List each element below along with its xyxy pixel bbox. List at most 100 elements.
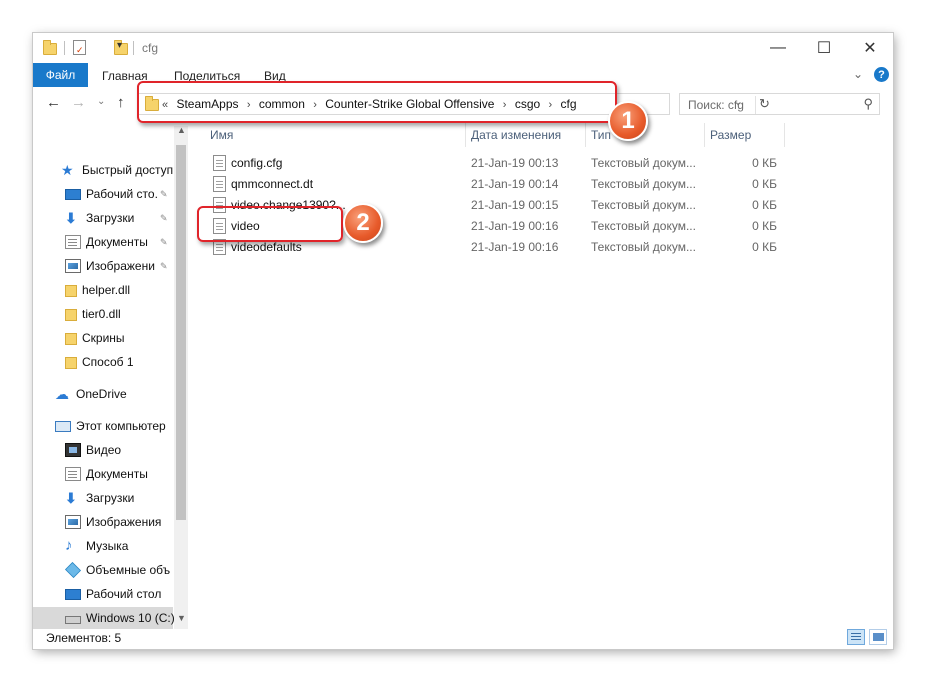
search-input[interactable]: Поиск: cfg ⚲ [679, 93, 880, 115]
file-name: config.cfg [231, 156, 283, 170]
sidebar-item-label: helper.dll [82, 283, 131, 297]
sidebar-item-label: Документы [86, 467, 148, 481]
sidebar-item[interactable]: Документы [33, 463, 173, 485]
sidebar-item[interactable]: Изображения [33, 511, 173, 533]
sidebar-item[interactable]: tier0.dll [33, 303, 173, 325]
scroll-down-icon[interactable]: ▼ [177, 613, 186, 623]
folder-icon [43, 40, 57, 55]
sidebar-item[interactable]: Документы ✎ [33, 231, 173, 253]
pin-icon[interactable]: ✎ [160, 237, 168, 248]
pin-icon[interactable]: ✎ [160, 213, 168, 224]
sidebar-item-label: Рабочий сто. [86, 187, 158, 201]
sidebar-item[interactable]: Скрины [33, 327, 173, 349]
sidebar-item-label: OneDrive [76, 387, 127, 401]
sidebar-item[interactable]: Изображени ✎ [33, 255, 173, 277]
sidebar-item[interactable]: ★ Быстрый доступ [33, 159, 173, 181]
pictures-icon [65, 259, 81, 273]
file-icon [213, 155, 226, 171]
divider [133, 41, 134, 55]
minimize-button[interactable]: — [755, 33, 801, 63]
download-icon: ⬇ [65, 210, 77, 226]
properties-icon[interactable]: ✓ [73, 40, 86, 55]
file-type: Текстовый докум... [591, 219, 696, 233]
file-type: Текстовый докум... [591, 198, 696, 212]
file-size: 0 КБ [752, 177, 777, 191]
file-size: 0 КБ [752, 219, 777, 233]
sidebar-item[interactable]: Объемные объ [33, 559, 173, 581]
sidebar-item[interactable]: helper.dll [33, 279, 173, 301]
sidebar-item-label: Быстрый доступ [82, 163, 174, 177]
back-button[interactable]: ← [46, 94, 61, 111]
explorer-window: ✓ ▾ cfg — ☐ ✕ Файл Главная Поделиться Ви… [33, 33, 893, 649]
up-button[interactable]: ↑ [117, 94, 125, 111]
title-bar: ✓ ▾ cfg — ☐ ✕ [33, 33, 893, 63]
file-type: Текстовый докум... [591, 156, 696, 170]
computer-icon [55, 420, 71, 432]
file-date: 21-Jan-19 00:13 [471, 156, 559, 170]
file-highlight [197, 206, 343, 242]
search-icon: ⚲ [863, 96, 873, 111]
desktop-icon [65, 189, 81, 200]
sidebar-item[interactable]: ♪ Музыка [33, 535, 173, 557]
details-view-icon[interactable] [847, 629, 865, 645]
sidebar-item-label: tier0.dll [82, 307, 121, 321]
divider [465, 123, 466, 147]
sidebar-item[interactable]: ☁ OneDrive [33, 383, 173, 405]
folder-icon [65, 285, 77, 297]
desktop-icon [65, 589, 81, 600]
folder-icon [65, 357, 77, 369]
cloud-icon: ☁ [55, 386, 69, 402]
tab-file[interactable]: Файл [33, 63, 88, 87]
navigation-pane: ★ Быстрый доступ Рабочий сто. ✎ ⬇ Загрузки ✎ До… [33, 123, 189, 633]
large-icons-view-icon[interactable] [869, 629, 887, 645]
maximize-button[interactable]: ☐ [801, 33, 847, 63]
file-row[interactable]: config.cfg 21-Jan-19 00:13 Текстовый докум… [203, 153, 803, 174]
sidebar-item-label: Рабочий стол [86, 587, 162, 601]
sidebar-item[interactable]: Этот компьютер [33, 415, 173, 437]
customize-toolbar-icon[interactable]: ▾ [117, 40, 122, 58]
sidebar-item[interactable]: Видео [33, 439, 173, 461]
column-header-size[interactable]: Размер [710, 128, 751, 142]
pin-icon[interactable]: ✎ [160, 189, 168, 200]
status-bar: Элементов: 5 [33, 629, 893, 649]
scrollbar-thumb[interactable] [176, 145, 186, 520]
file-name: qmmconnect.dt [231, 177, 314, 191]
address-highlight [137, 81, 617, 123]
close-button[interactable]: ✕ [847, 33, 893, 63]
sidebar-item[interactable]: Способ 1 [33, 351, 173, 373]
recent-locations-button[interactable]: ⌄ [97, 96, 105, 107]
sidebar-item-label: Загрузки [86, 491, 135, 505]
help-icon[interactable]: ? [874, 67, 889, 82]
file-size: 0 КБ [752, 198, 777, 212]
sidebar-item-label: Объемные объ [86, 563, 171, 577]
file-name: videodefaults [231, 240, 302, 254]
sidebar-item[interactable]: Рабочий стол [33, 583, 173, 605]
column-header-name[interactable]: Имя [210, 128, 233, 142]
sidebar-item-label: Скрины [82, 331, 125, 345]
collapse-ribbon-icon[interactable]: ⌄ [853, 67, 863, 81]
file-date: 21-Jan-19 00:14 [471, 177, 559, 191]
column-header-date[interactable]: Дата изменения [471, 128, 561, 142]
column-header-type[interactable]: Тип [591, 128, 611, 142]
forward-button[interactable]: → [71, 94, 86, 111]
sidebar-item-label: Загрузки [86, 211, 135, 225]
sidebar-item[interactable]: Рабочий сто. ✎ [33, 183, 173, 205]
sidebar-item-label: Изображени [86, 259, 155, 273]
drive-icon [65, 616, 81, 624]
pin-icon[interactable]: ✎ [160, 261, 168, 272]
file-row[interactable]: qmmconnect.dt 21-Jan-19 00:14 Текстовый до… [203, 174, 803, 195]
scroll-up-icon[interactable]: ▲ [177, 125, 186, 135]
sidebar-item[interactable]: ⬇ Загрузки ✎ [33, 207, 173, 229]
divider [64, 41, 65, 55]
column-headers: Имя Дата изменения Тип Размер [203, 123, 863, 147]
folder-icon [65, 333, 77, 345]
sidebar-item[interactable]: Windows 10 (C:) [33, 607, 175, 629]
sidebar-item[interactable]: ⬇ Загрузки [33, 487, 173, 509]
callout-badge-2: 2 [343, 203, 383, 243]
music-icon: ♪ [65, 537, 73, 554]
callout-badge-1: 1 [608, 101, 648, 141]
divider [704, 123, 705, 147]
folder-icon [65, 309, 77, 321]
divider [585, 123, 586, 147]
sidebar-item-label: Windows 10 (C:) [86, 611, 175, 625]
